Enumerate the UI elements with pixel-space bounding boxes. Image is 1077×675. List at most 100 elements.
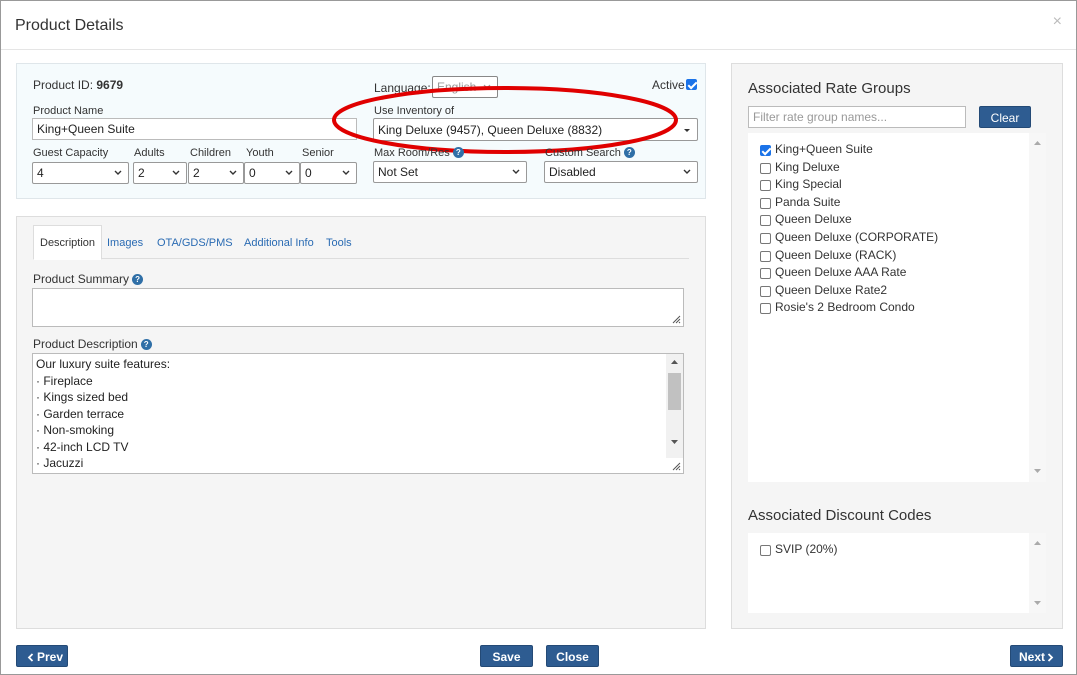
senior-value: 0	[305, 166, 312, 180]
youth-label: Youth	[246, 147, 274, 159]
resize-grip-icon[interactable]	[672, 315, 681, 324]
list-item-label: Queen Deluxe (CORPORATE)	[775, 230, 939, 244]
highlight-ellipse	[332, 86, 678, 154]
scroll-up-icon[interactable]	[1029, 535, 1046, 552]
product-summary-textarea[interactable]	[32, 288, 684, 327]
description-line: · Kings sized bed	[36, 390, 129, 404]
close-button[interactable]: Close	[546, 645, 599, 667]
product-name-label: Product Name	[33, 105, 104, 117]
checkbox[interactable]	[760, 268, 771, 280]
list-item-label: King Special	[775, 177, 842, 192]
max-room-label: Max Room/Res?	[374, 147, 464, 159]
chevron-down-icon	[683, 169, 691, 174]
senior-label: Senior	[302, 147, 334, 159]
caret-down-icon	[684, 129, 690, 132]
tab-tools[interactable]: Tools	[326, 225, 352, 259]
product-description-textarea[interactable]: Our luxury suite features: · Fireplace ·…	[32, 353, 684, 474]
rate-groups-scrollbar[interactable]	[1029, 133, 1046, 482]
description-line: · Garden terrace	[36, 406, 125, 421]
scroll-up-icon[interactable]	[666, 354, 683, 371]
checkbox[interactable]	[760, 197, 771, 209]
product-info-panel: Product ID: 9679 Language: English Activ…	[16, 63, 706, 199]
children-value: 2	[193, 166, 200, 180]
description-line: · Jacuzzi	[36, 456, 84, 470]
checkbox[interactable]	[760, 285, 771, 297]
help-icon[interactable]: ?	[140, 339, 152, 350]
custom-search-value: Disabled	[549, 165, 596, 179]
help-icon[interactable]: ?	[623, 147, 635, 158]
adults-select[interactable]: 2	[133, 162, 187, 184]
youth-value: 0	[249, 166, 256, 180]
checkbox[interactable]	[760, 303, 771, 315]
scroll-up-icon[interactable]	[1029, 135, 1046, 152]
chevron-right-icon	[1047, 653, 1054, 662]
associations-panel: Associated Rate Groups Filter rate group…	[731, 63, 1063, 629]
list-item-label: Queen Deluxe	[775, 212, 852, 227]
rate-group-filter-input[interactable]: Filter rate group names...	[748, 106, 966, 128]
checkbox[interactable]	[760, 162, 771, 174]
adults-label: Adults	[134, 147, 165, 159]
custom-search-select[interactable]: Disabled	[544, 161, 698, 183]
scroll-down-icon[interactable]	[666, 433, 683, 450]
product-details-modal: Product Details × Product ID: 9679 Langu…	[0, 0, 1077, 675]
list-item-label: Queen Deluxe Rate2	[775, 282, 888, 297]
clear-filter-button[interactable]: Clear	[979, 106, 1031, 128]
modal-header: Product Details ×	[1, 1, 1076, 50]
tab-images[interactable]: Images	[107, 225, 143, 259]
chevron-down-icon	[229, 170, 237, 175]
checkbox[interactable]	[760, 233, 771, 244]
children-label: Children	[190, 147, 231, 159]
discount-codes-list: SVIP (20%)	[748, 533, 1046, 613]
tab-additional-info[interactable]: Additional Info	[244, 225, 314, 259]
active-checkbox[interactable]	[686, 79, 697, 90]
scroll-thumb[interactable]	[668, 373, 681, 410]
discount-codes-scrollbar[interactable]	[1029, 533, 1046, 613]
list-item-label: SVIP (20%)	[775, 542, 838, 556]
product-name-input[interactable]: King+Queen Suite	[32, 118, 357, 140]
product-id: Product ID: 9679	[33, 78, 123, 92]
list-item-label: Queen Deluxe AAA Rate	[775, 265, 907, 280]
guest-capacity-label: Guest Capacity	[33, 147, 109, 159]
description-line: · 42-inch LCD TV	[36, 439, 129, 454]
youth-select[interactable]: 0	[244, 162, 300, 184]
next-label: Next	[1019, 650, 1046, 664]
description-panel: Description Images OTA/GDS/PMS Additiona…	[16, 216, 706, 629]
children-select[interactable]: 2	[188, 162, 244, 184]
chevron-down-icon	[342, 170, 350, 175]
guest-capacity-select[interactable]: 4	[32, 162, 129, 184]
description-line: · Fireplace	[36, 373, 93, 388]
description-line: Our luxury suite features:	[36, 357, 171, 371]
chevron-left-icon	[27, 653, 34, 662]
prev-label: Prev	[37, 650, 64, 664]
chevron-down-icon	[172, 170, 180, 175]
prev-button[interactable]: Prev	[16, 645, 68, 667]
list-item-label: Queen Deluxe (RACK)	[775, 247, 897, 262]
checkbox[interactable]	[760, 545, 771, 556]
chevron-down-icon	[285, 170, 293, 175]
next-button[interactable]: Next	[1010, 645, 1063, 667]
help-icon[interactable]: ?	[132, 274, 144, 285]
product-id-value: 9679	[96, 78, 124, 92]
tab-ota-gds-pms[interactable]: OTA/GDS/PMS	[157, 225, 233, 259]
max-room-select[interactable]: Not Set	[373, 161, 527, 183]
checkbox[interactable]	[760, 215, 771, 227]
checkbox[interactable]	[760, 180, 771, 192]
scroll-down-icon[interactable]	[1029, 594, 1046, 611]
checkbox[interactable]	[760, 145, 771, 156]
guest-capacity-value: 4	[37, 166, 44, 180]
product-id-label: Product ID:	[33, 78, 94, 92]
list-item-label: Rosie's 2 Bedroom Condo	[775, 300, 915, 315]
scroll-down-icon[interactable]	[1029, 462, 1046, 479]
tab-description[interactable]: Description	[33, 225, 103, 260]
list-item-label: King Deluxe	[775, 159, 840, 174]
checkbox[interactable]	[760, 250, 771, 262]
senior-select[interactable]: 0	[300, 162, 357, 184]
description-scrollbar[interactable]	[666, 354, 683, 458]
help-icon[interactable]: ?	[452, 147, 464, 158]
product-description-label: Product Description?	[33, 337, 152, 351]
close-icon[interactable]: ×	[1053, 13, 1062, 31]
save-button[interactable]: Save	[480, 645, 533, 667]
rate-groups-title: Associated Rate Groups	[748, 80, 911, 97]
discount-codes-title: Associated Discount Codes	[748, 507, 932, 524]
resize-grip-icon[interactable]	[672, 462, 681, 471]
